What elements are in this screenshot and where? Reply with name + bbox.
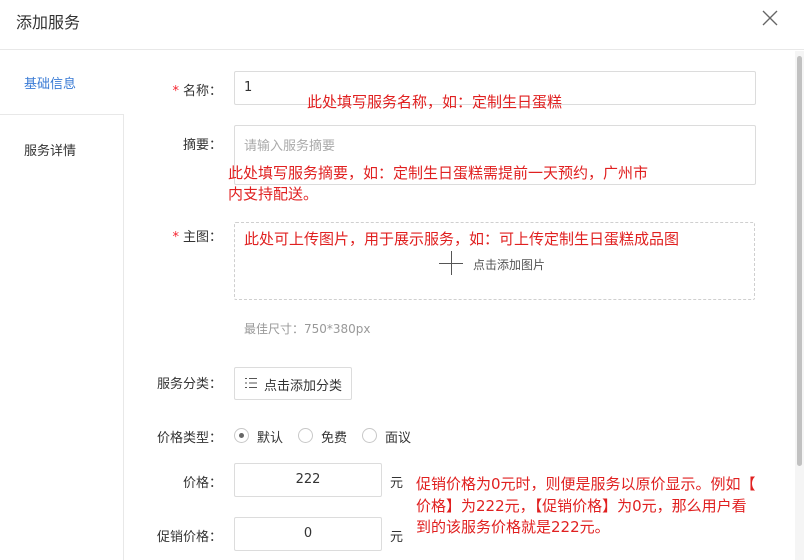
plus-icon-vertical (451, 251, 452, 275)
tab-service-detail[interactable]: 服务详情 (24, 140, 76, 159)
promo-price-unit: 元 (390, 530, 404, 545)
radio-negotiable[interactable] (362, 428, 377, 443)
add-category-button[interactable]: 点击添加分类 (234, 367, 352, 400)
dialog-title: 添加服务 (16, 13, 81, 32)
price-label: 价格： (182, 476, 222, 491)
promo-price-input[interactable]: 0 (234, 517, 382, 551)
radio-free-label: 免费 (321, 431, 348, 446)
main-image-label: * 主图： (172, 230, 222, 245)
list-icon (245, 378, 257, 388)
radio-default[interactable] (234, 428, 249, 443)
image-annotation: 此处可上传图片，用于展示服务，如：可上传定制生日蛋糕成品图 (244, 230, 680, 248)
name-label: * 名称： (172, 84, 222, 99)
summary-annotation-line2: 内支持配送。 (228, 185, 319, 203)
radio-free[interactable] (298, 428, 313, 443)
close-icon[interactable] (760, 8, 780, 28)
price-input[interactable]: 222 (234, 463, 382, 497)
summary-label: 摘要： (182, 138, 222, 153)
price-annotation-line1: 促销价格为0元时，则便是服务以原价显示。例如【 (416, 475, 756, 493)
summary-annotation-line1: 此处填写服务摘要，如：定制生日蛋糕需提前一天预约，广州市 (228, 164, 649, 182)
add-category-label: 点击添加分类 (264, 379, 343, 394)
dialog-header: 添加服务 (0, 0, 804, 50)
tab-divider (0, 114, 124, 115)
tab-basic-info[interactable]: 基础信息 (24, 73, 76, 92)
radio-default-label: 默认 (257, 431, 284, 446)
image-size-hint: 最佳尺寸：750*380px (244, 322, 371, 336)
category-label: 服务分类： (156, 377, 222, 392)
name-annotation: 此处填写服务名称，如：定制生日蛋糕 (307, 93, 563, 111)
price-annotation-line3: 到的该服务价格就是222元。 (416, 518, 610, 536)
price-type-label: 价格类型： (156, 431, 222, 446)
radio-negotiable-label: 面议 (385, 431, 412, 446)
promo-price-label: 促销价格： (156, 530, 222, 545)
upload-text[interactable]: 点击添加图片 (473, 256, 545, 273)
scrollbar-thumb[interactable] (797, 56, 802, 466)
price-annotation-line2: 价格】为222元，【促销价格】为0元，那么用户看 (416, 497, 747, 515)
price-unit: 元 (390, 476, 404, 491)
